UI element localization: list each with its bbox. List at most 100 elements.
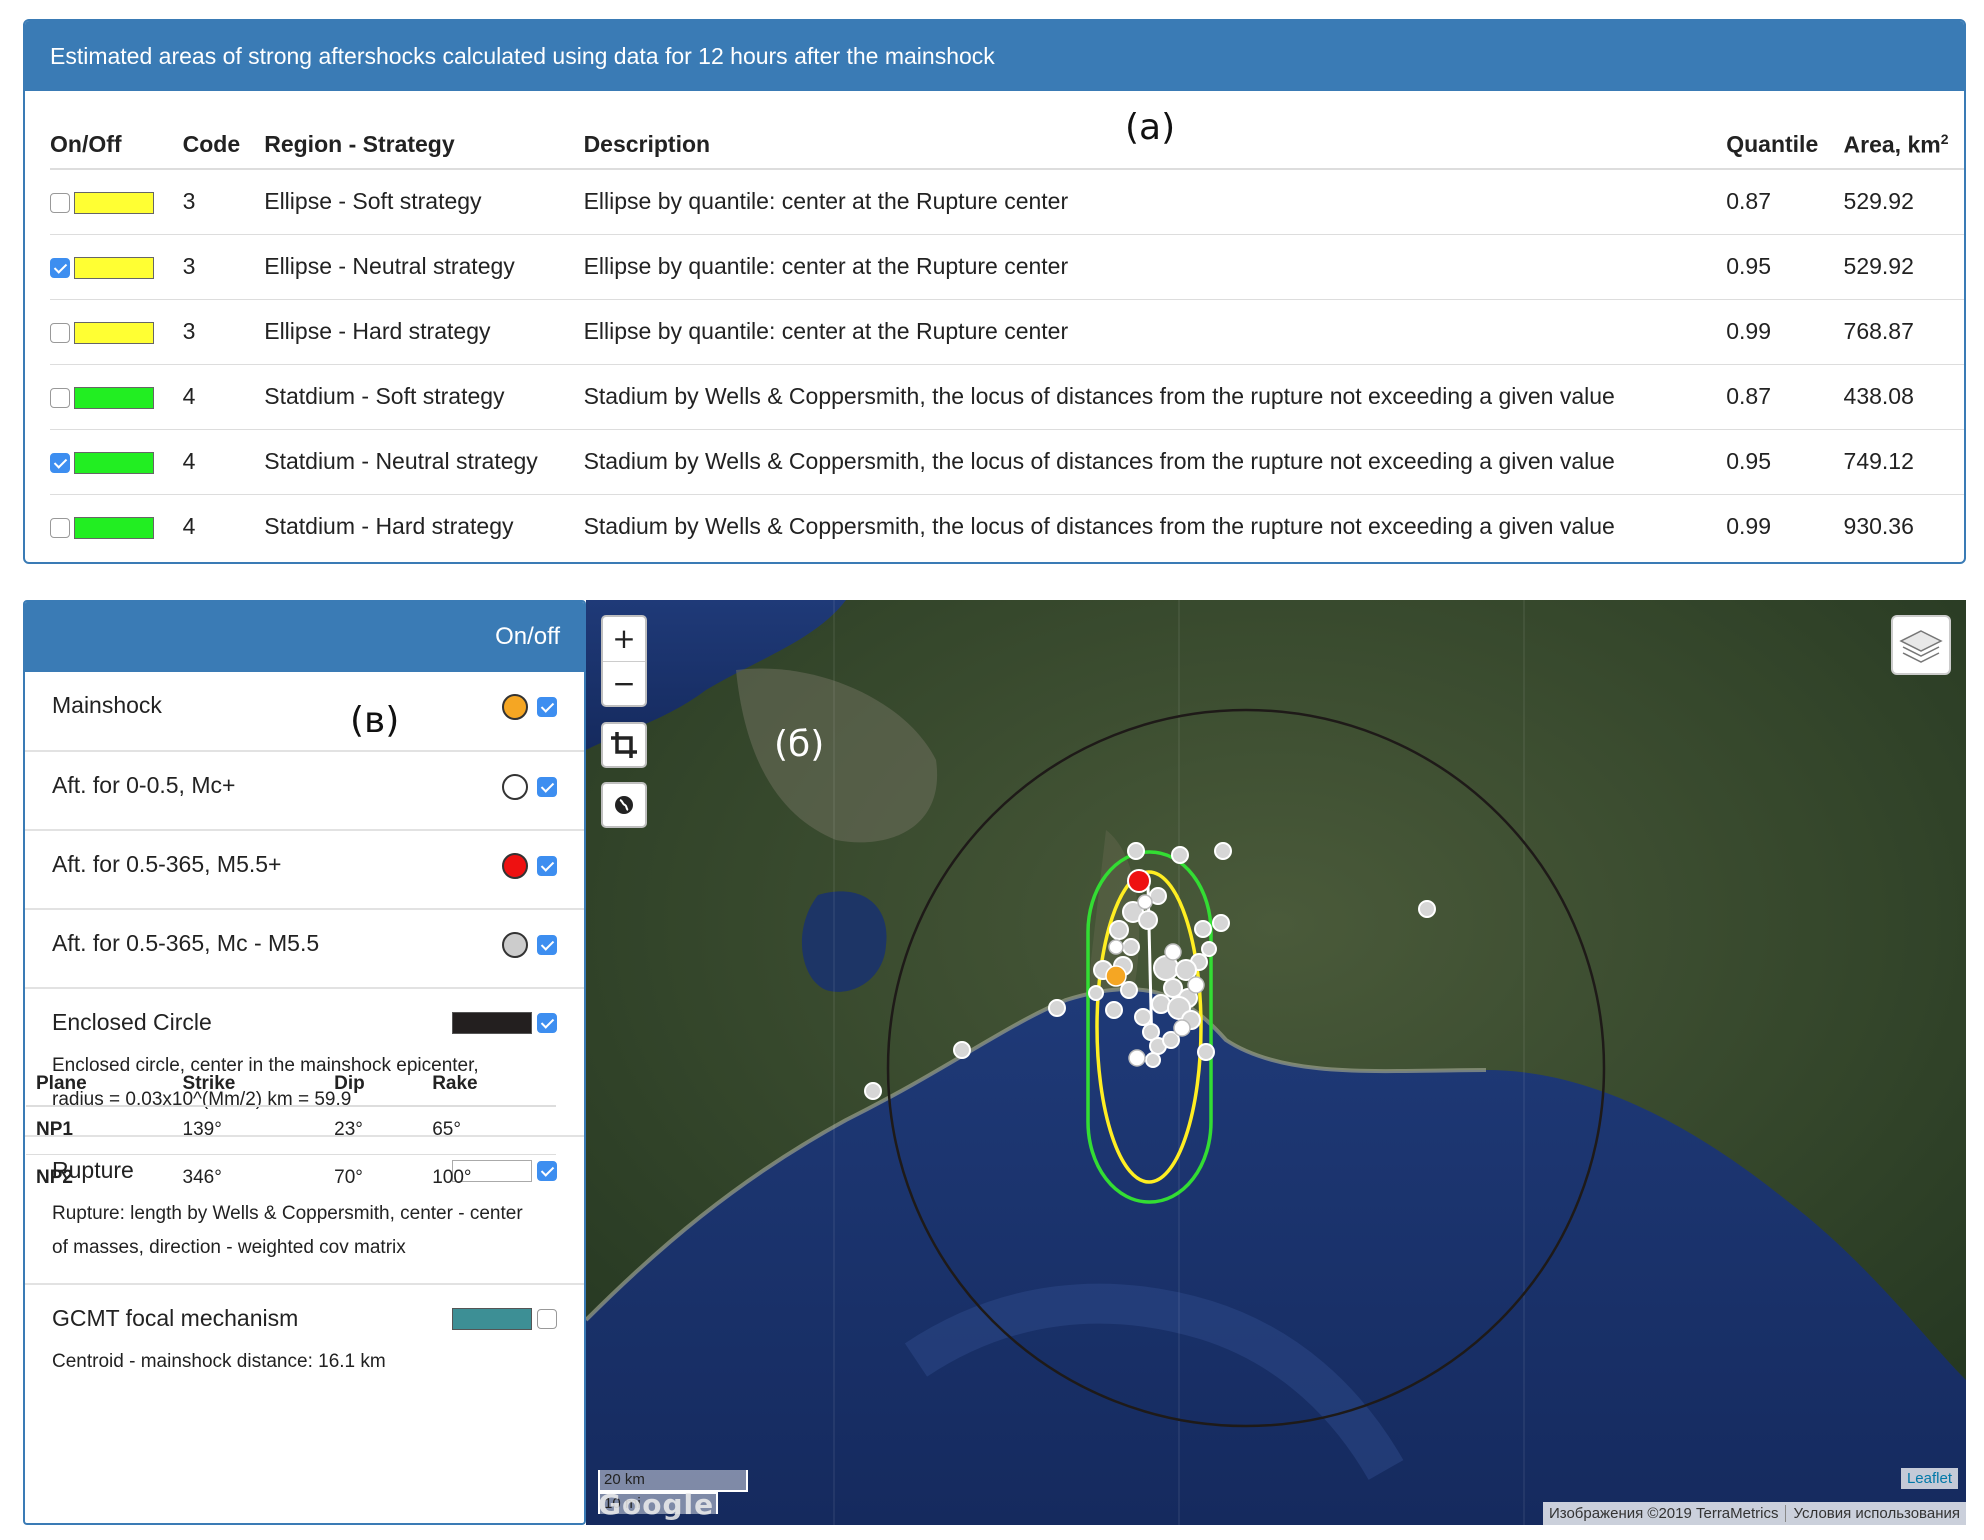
cell-quantile: 0.99 [1726, 299, 1844, 365]
col-code: Code [182, 121, 265, 170]
panel-tag-v: (в) [350, 700, 400, 741]
row-checkbox[interactable] [50, 322, 70, 343]
layer-aft-moderate: Aft. for 0.5-365, Mc - M5.5 [25, 910, 584, 989]
aftershock-marker-icon [1109, 920, 1129, 940]
mainshock-map-marker-icon [1105, 965, 1127, 987]
table-row: 4 Statdium - Neutral strategy Stadium by W… [50, 429, 1964, 495]
aftershock-marker-icon [1122, 938, 1140, 956]
color-swatch [74, 192, 154, 215]
aftershock-marker-icon [1201, 941, 1217, 957]
layer-gcmt: GCMT focal mechanism Centroid - mainshoc… [25, 1285, 584, 1523]
table-row: 4 Statdium - Soft strategy Stadium by Well… [50, 364, 1964, 430]
layers-icon [1899, 630, 1943, 663]
col-dip: Dip [324, 1062, 423, 1107]
col-plane: Plane [26, 1062, 173, 1107]
cell-area: 529.92 [1843, 169, 1964, 235]
gcmt-color-swatch [452, 1308, 532, 1330]
aftershock-marker-icon [1214, 842, 1232, 860]
globe-button[interactable] [601, 782, 647, 828]
cell-description: Ellipse by quantile: center at the Ruptu… [583, 234, 1727, 300]
cell-description: Stadium by Wells & Coppersmith, the locu… [583, 364, 1727, 430]
early-aftershock-marker-icon [1137, 894, 1153, 910]
col-description: Description [583, 121, 1727, 170]
col-strike: Strike [172, 1062, 325, 1107]
cell-description: Stadium by Wells & Coppersmith, the locu… [583, 429, 1727, 495]
row-checkbox[interactable] [50, 387, 70, 408]
globe-icon [615, 796, 633, 814]
layer-mainshock: Mainshock [25, 672, 584, 752]
gcmt-toggle[interactable] [537, 1309, 557, 1329]
strong-aftershock-map-marker-icon [1127, 869, 1151, 893]
aftershock-marker-icon [1120, 981, 1138, 999]
color-swatch [74, 256, 154, 279]
color-swatch [74, 321, 154, 344]
aftershock-marker-icon [1048, 999, 1066, 1017]
cell-region: Ellipse - Hard strategy [264, 299, 584, 365]
leaflet-link[interactable]: Leaflet [1900, 1468, 1958, 1489]
color-swatch [74, 517, 154, 540]
cell-rake: 65° [422, 1106, 556, 1155]
cell-description: Ellipse by quantile: center at the Ruptu… [583, 299, 1727, 365]
cell-area: 768.87 [1843, 299, 1964, 365]
circle-toggle[interactable] [537, 1013, 557, 1033]
mainshock-marker-icon [502, 694, 528, 720]
col-onoff: On/Off [50, 121, 183, 170]
onoff-header: On/off [25, 602, 584, 672]
row-checkbox[interactable] [50, 193, 70, 214]
cell-code: 4 [182, 429, 265, 495]
color-swatch [74, 451, 154, 474]
aft-early-toggle[interactable] [537, 777, 557, 797]
early-aftershock-marker-icon [1173, 1019, 1191, 1037]
row-checkbox[interactable] [50, 257, 70, 278]
row-checkbox[interactable] [50, 518, 70, 539]
cell-plane: NP2 [36, 1167, 73, 1189]
layer-label: GCMT focal mechanism [52, 1305, 299, 1331]
layer-label: Mainshock [52, 692, 162, 718]
row-checkbox[interactable] [50, 452, 70, 473]
map-view[interactable]: + − (б) 20 km 10 mi Google Leaflet Изобр… [586, 600, 1966, 1525]
color-swatch [74, 386, 154, 409]
gcmt-header-row: Plane Strike Dip Rake [26, 1062, 556, 1107]
col-quantile: Quantile [1726, 121, 1844, 170]
cell-quantile: 0.99 [1726, 513, 1771, 540]
aftershock-marker-icon [1171, 846, 1189, 864]
layer-label: Aft. for 0.5-365, M5.5+ [52, 851, 282, 877]
areas-table: On/Off Code Region - Strategy Descriptio… [50, 121, 1964, 559]
aftershock-marker-icon [1138, 910, 1158, 930]
rupture-description: Rupture: length by Wells & Coppersmith, … [52, 1203, 523, 1224]
cell-strike: 346° [182, 1167, 222, 1189]
zoom-in-button[interactable]: + [603, 617, 645, 661]
areas-body: 3 Ellipse - Soft strategy Ellipse by quant… [50, 169, 1964, 559]
cell-region: Statdium - Hard strategy [264, 513, 514, 540]
mainshock-toggle[interactable] [537, 697, 557, 717]
terms-link[interactable]: Условия использования [1784, 1505, 1960, 1522]
aftershock-marker-icon [1088, 985, 1104, 1001]
panel-header: Estimated areas of strong aftershocks ca… [25, 21, 1964, 91]
aft-strong-toggle[interactable] [537, 856, 557, 876]
aftershock-marker-icon [1418, 900, 1436, 918]
cell-area: 438.08 [1843, 364, 1964, 430]
aftershock-marker-icon [1105, 1001, 1123, 1019]
zoom-out-button[interactable]: − [603, 661, 645, 705]
cell-dip: 70° [334, 1167, 363, 1189]
table-row: 3 Ellipse - Neutral strategy Ellipse by qu… [50, 234, 1964, 300]
aftershock-gray-marker-icon [502, 932, 528, 958]
table-row: 3 Ellipse - Hard strategy Ellipse by quant… [50, 299, 1964, 365]
aftershock-marker-icon [1197, 1043, 1215, 1061]
table-row: NP1 139° 23° 65° [26, 1106, 556, 1155]
table-row: NP2 346° 70° 100° [26, 1154, 556, 1202]
layer-aft-strong: Aft. for 0.5-365, M5.5+ [25, 831, 584, 910]
layer-aft-early: Aft. for 0-0.5, Mc+ [25, 752, 584, 831]
early-aftershock-marker-icon [1187, 976, 1205, 994]
aft-moderate-toggle[interactable] [537, 935, 557, 955]
circle-color-swatch [452, 1012, 532, 1034]
cell-code: 4 [182, 513, 196, 540]
aftershock-marker-icon [1127, 842, 1145, 860]
early-aftershock-marker-icon [1108, 939, 1124, 955]
crop-button[interactable] [601, 722, 647, 768]
aftershock-marker-icon [1212, 914, 1230, 932]
layer-label: Aft. for 0-0.5, Mc+ [52, 772, 236, 798]
layers-button[interactable] [1891, 615, 1951, 675]
cell-rake: 100° [432, 1167, 472, 1189]
early-aftershock-marker-icon [1164, 943, 1182, 961]
